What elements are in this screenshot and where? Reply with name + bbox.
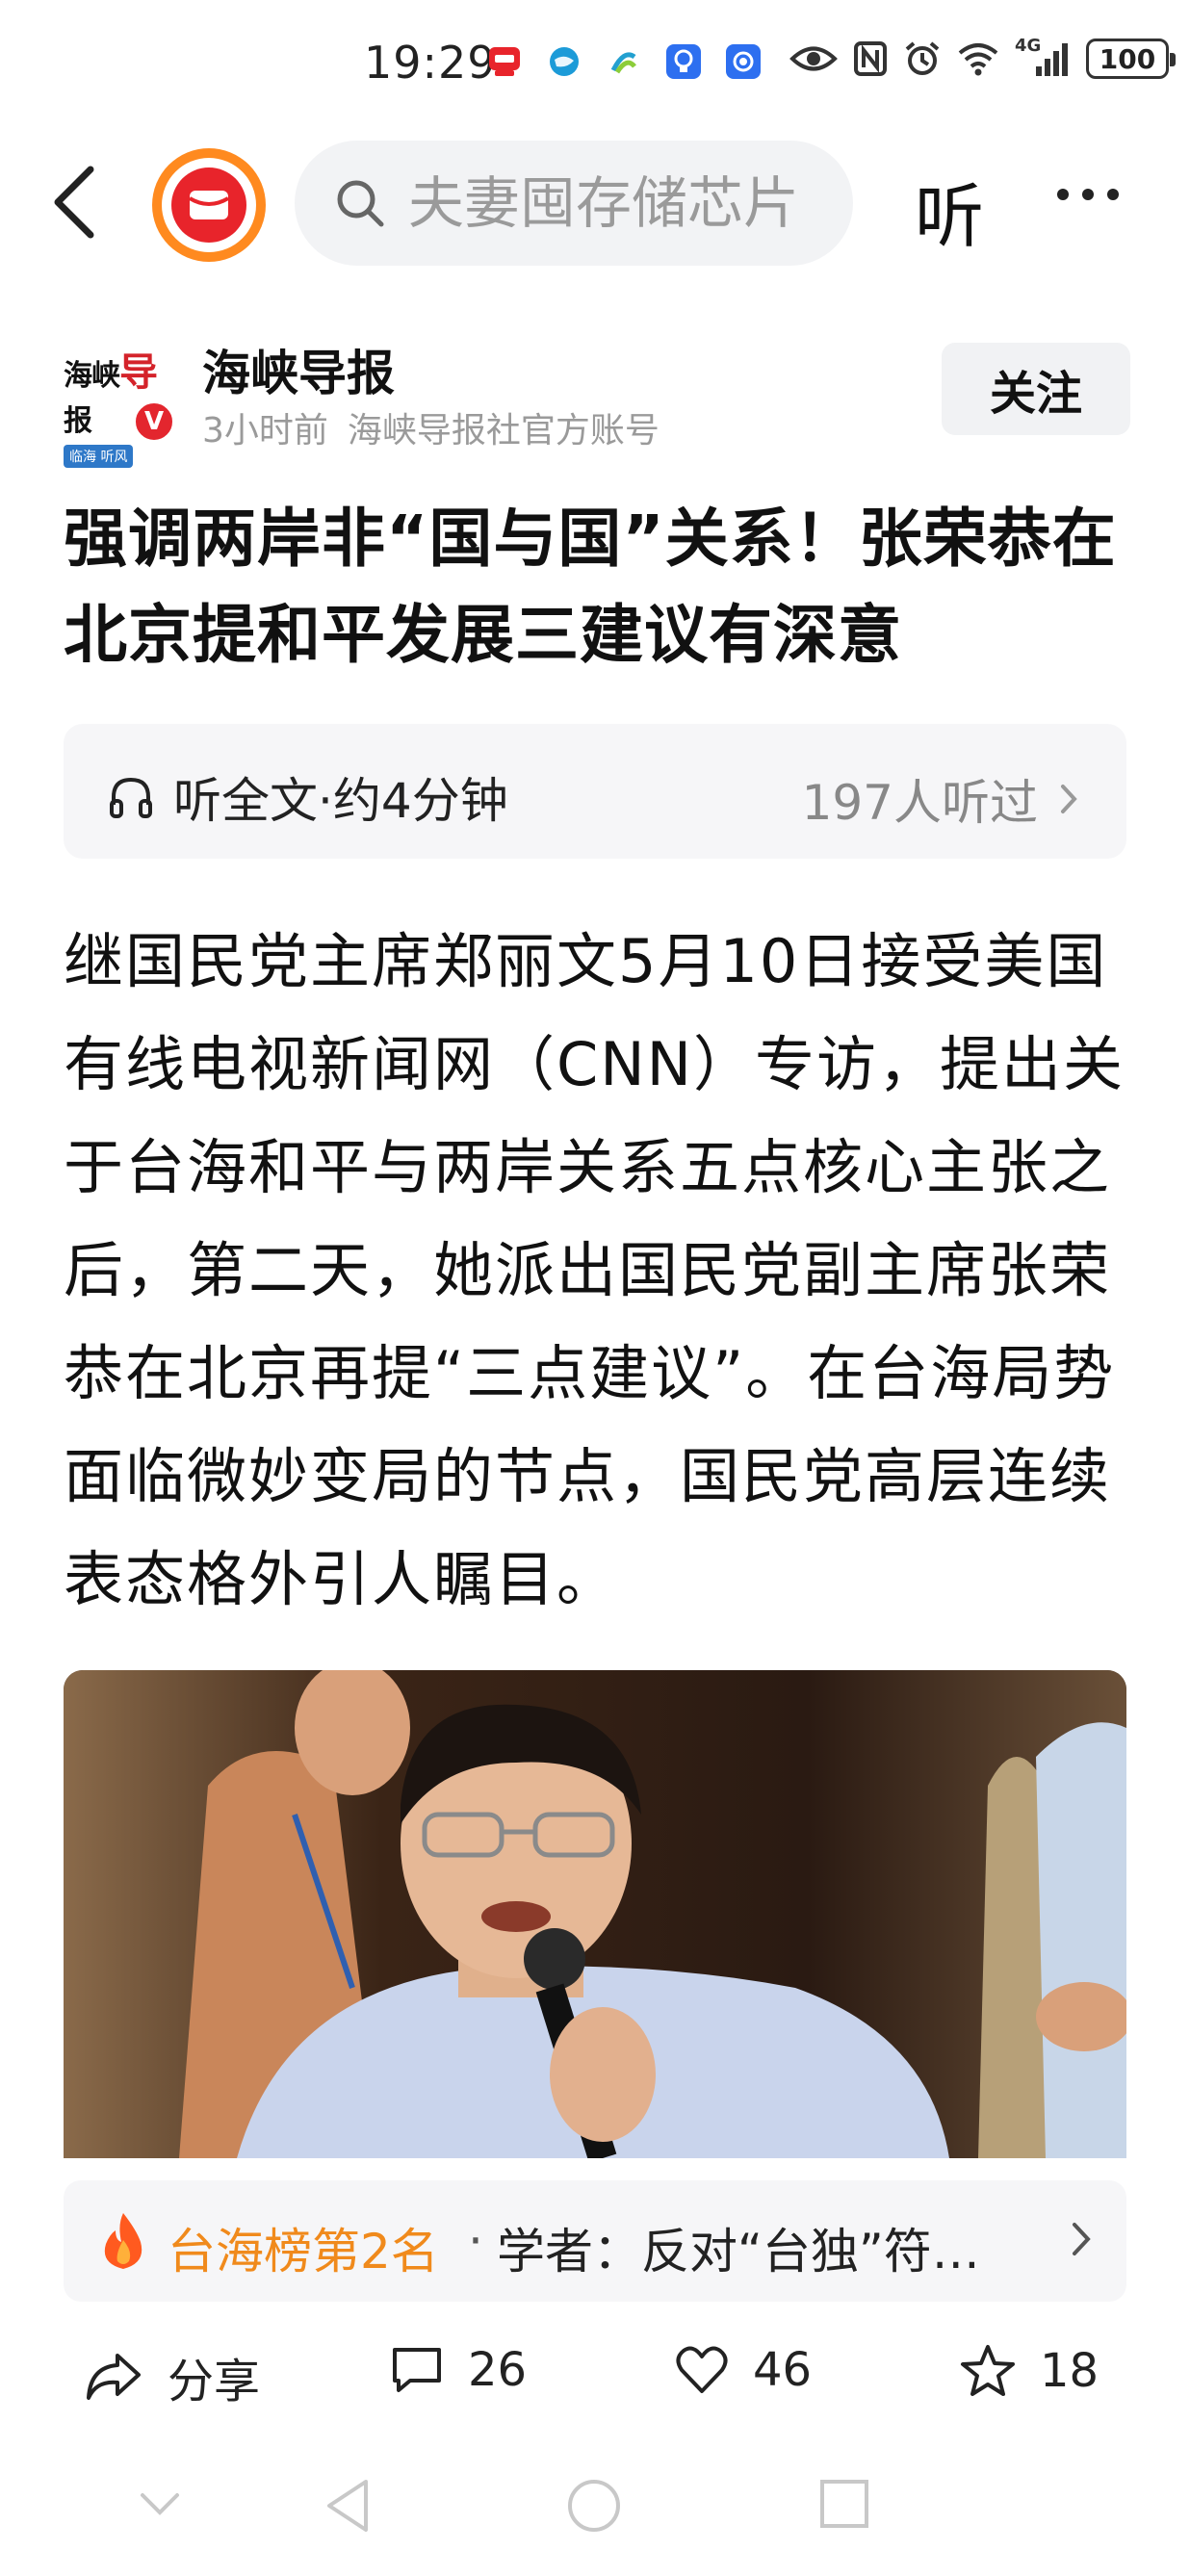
status-system-icons: 4G 100 (789, 36, 1176, 79)
author-avatar[interactable]: 海峡导报 临海 听风 V (64, 341, 175, 468)
author-name[interactable]: 海峡导报 (202, 335, 395, 404)
article-body: 继国民党主席郑丽文5月10日接受美国有线电视新闻网（CNN）专访，提出关于台海和… (64, 926, 1125, 1614)
comment-count: 26 (468, 2343, 528, 2397)
red-app-notification-icon (487, 44, 522, 79)
chevron-left-icon (54, 166, 94, 239)
author-header: 海峡导报 临海 听风 V 海峡导报 3小时前 海峡导报社官方账号 关注 (64, 331, 1132, 468)
like-button[interactable]: 46 (674, 2343, 812, 2397)
ranking-headline: 学者：反对“台独”符… (497, 2224, 980, 2280)
listen-full-text-label: 听全文·约4分钟 (173, 773, 508, 829)
listen-full-text-bar[interactable]: 听全文·约4分钟 197人听过 (64, 724, 1126, 859)
status-time: 19:29 (364, 37, 497, 89)
more-options-icon[interactable] (1057, 189, 1119, 200)
like-count: 46 (753, 2343, 813, 2397)
search-bar[interactable] (295, 141, 853, 266)
author-description: 海峡导报社官方账号 (347, 411, 660, 451)
recents-square-icon[interactable] (818, 2478, 870, 2530)
verified-badge: V (133, 400, 175, 443)
publish-time: 3小时前 (202, 411, 328, 451)
article-photo[interactable] (64, 1670, 1126, 2158)
back-button[interactable] (50, 164, 117, 241)
eye-icon (789, 46, 838, 71)
fire-icon (104, 2213, 142, 2269)
author-meta: 3小时前 海峡导报社官方账号 (202, 402, 660, 452)
favorite-count: 18 (1040, 2344, 1099, 2398)
nfc-icon (854, 41, 887, 76)
action-bar: 分享 26 46 18 (0, 2330, 1190, 2426)
follow-button[interactable]: 关注 (942, 343, 1130, 435)
system-navigation-bar (0, 2464, 1190, 2570)
alarm-icon (905, 41, 940, 75)
chevron-right-icon (1073, 2223, 1091, 2255)
wifi-icon (958, 43, 998, 76)
ranking-separator: · (468, 2213, 483, 2269)
status-bar: 19:29 4G 100 (0, 0, 1190, 135)
ranking-title: 台海榜第2名 (168, 2224, 439, 2280)
app-logo[interactable] (152, 148, 266, 262)
listen-button[interactable]: 听 (915, 160, 984, 261)
search-icon (337, 180, 384, 227)
globe-app-notification-icon (547, 44, 582, 79)
avatar-logo-subtext: 临海 听风 (64, 445, 134, 468)
article-title: 强调两岸非“国与国”关系！张荣恭在北京提和平发展三建议有深意 (64, 502, 1117, 672)
battery-icon: 100 (1086, 39, 1176, 79)
mobile-app-notification-icon (607, 44, 641, 79)
star-icon (961, 2345, 1015, 2396)
share-label: 分享 (168, 2355, 261, 2409)
hot-ranking-bar[interactable]: 台海榜第2名 · 学者：反对“台独”符… (64, 2180, 1126, 2302)
hide-keyboard-icon[interactable] (139, 2489, 181, 2518)
listener-count: 197人听过 (801, 775, 1038, 831)
favorite-button[interactable]: 18 (959, 2343, 1099, 2399)
home-circle-icon[interactable] (566, 2478, 622, 2534)
back-triangle-icon[interactable] (323, 2478, 372, 2534)
search-input[interactable] (408, 170, 813, 236)
cellular-signal-icon: 4G (1015, 36, 1071, 78)
red-envelope-icon (188, 191, 230, 219)
share-icon (87, 2354, 141, 2400)
top-navigation: 听 (0, 135, 1190, 270)
heart-icon (676, 2346, 728, 2393)
comment-icon (393, 2348, 441, 2392)
share-button[interactable]: 分享 (83, 2343, 260, 2410)
headphones-icon (110, 777, 152, 818)
status-notification-icons (487, 44, 761, 79)
square-app-notification-icon (726, 44, 761, 79)
chevron-right-icon (1061, 785, 1077, 813)
comment-button[interactable]: 26 (389, 2343, 527, 2397)
bulb-app-notification-icon (666, 44, 701, 79)
